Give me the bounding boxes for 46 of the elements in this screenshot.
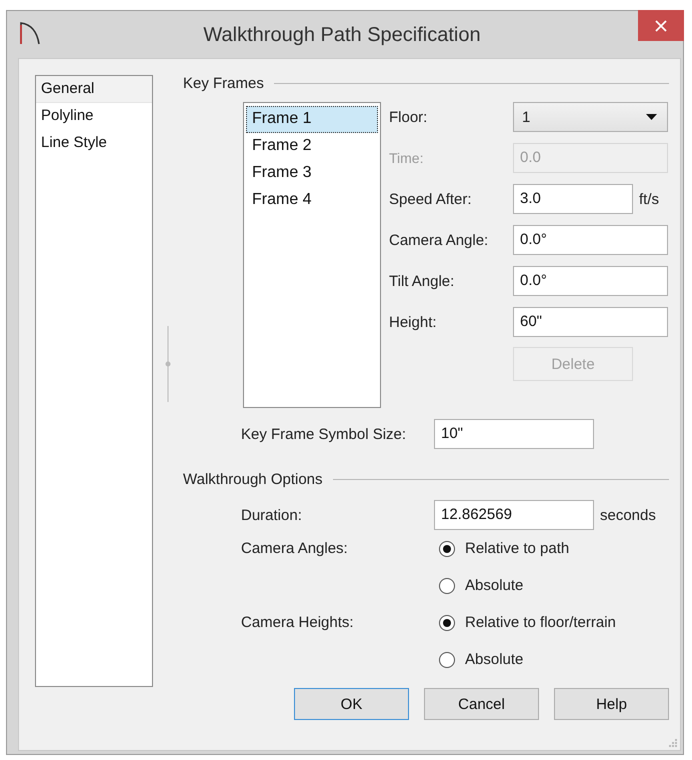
dialog-button[interactable]: OK bbox=[294, 688, 409, 720]
radio-option[interactable]: Relative to path bbox=[439, 540, 570, 557]
field-label: Camera Angle: bbox=[389, 232, 490, 248]
category-item[interactable]: Polyline bbox=[36, 103, 152, 130]
resize-grip-icon[interactable] bbox=[668, 738, 678, 748]
input-field[interactable]: 0.0° bbox=[513, 225, 668, 255]
field-label: Height: bbox=[389, 314, 438, 330]
field-label: Camera Heights: bbox=[241, 614, 354, 631]
field-label: Key Frame Symbol Size: bbox=[241, 426, 408, 442]
category-item[interactable]: Line Style bbox=[36, 130, 152, 157]
frame-item[interactable]: Frame 2 bbox=[246, 133, 378, 160]
field-label: Duration: bbox=[241, 506, 303, 524]
input-field[interactable]: 60" bbox=[513, 307, 668, 337]
radio-option[interactable]: Relative to floor/terrain bbox=[439, 614, 616, 631]
section-heading: Walkthrough Options bbox=[183, 471, 323, 488]
unit-label: seconds bbox=[600, 506, 656, 524]
dialog-button[interactable]: Help bbox=[554, 688, 669, 720]
radio-button[interactable] bbox=[439, 652, 455, 668]
close-icon bbox=[655, 20, 667, 32]
radio-option[interactable]: Absolute bbox=[439, 577, 524, 594]
radio-option[interactable]: Absolute bbox=[439, 651, 524, 668]
floor-dropdown[interactable]: 1 bbox=[513, 102, 668, 132]
radio-button[interactable] bbox=[439, 614, 455, 630]
section-heading: Key Frames bbox=[183, 75, 264, 92]
splitter-handle[interactable] bbox=[165, 326, 171, 402]
radio-button[interactable] bbox=[439, 578, 455, 594]
input-field[interactable]: 12.862569 bbox=[434, 500, 594, 530]
field-label: Time: bbox=[389, 150, 424, 166]
window-title: Walkthrough Path Specification bbox=[202, 23, 482, 47]
field-label: Speed After: bbox=[389, 190, 473, 208]
frame-item[interactable]: Frame 1 bbox=[246, 106, 378, 133]
radio-button[interactable] bbox=[439, 540, 455, 556]
input-field[interactable]: 10" bbox=[434, 419, 594, 449]
frame-item[interactable]: Frame 3 bbox=[246, 160, 378, 187]
close-button[interactable] bbox=[638, 10, 684, 41]
category-item[interactable]: General bbox=[36, 76, 152, 103]
arch-icon bbox=[19, 20, 41, 44]
unit-label: ft/s bbox=[639, 190, 660, 208]
frame-item[interactable]: Frame 4 bbox=[246, 187, 378, 214]
field-label: Tilt Angle: bbox=[389, 272, 456, 290]
dropdown-arrow-icon bbox=[646, 114, 657, 120]
dialog-button[interactable]: Cancel bbox=[424, 688, 539, 720]
field-label: Camera Angles: bbox=[241, 540, 348, 557]
field-label: Floor: bbox=[389, 108, 428, 126]
input-field[interactable]: 3.0 bbox=[513, 184, 633, 214]
input-field[interactable]: 0.0° bbox=[513, 266, 668, 296]
